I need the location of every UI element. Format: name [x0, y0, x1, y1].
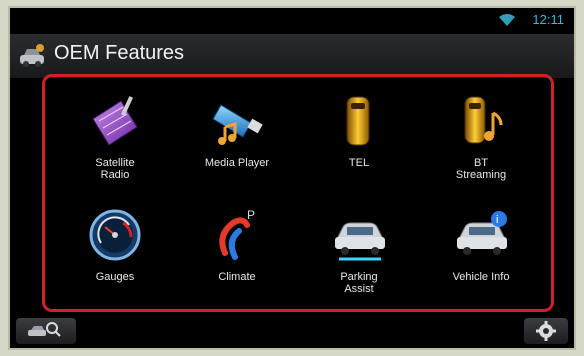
feature-tile-gauges[interactable]: Gauges [55, 199, 175, 307]
clock: 12:11 [532, 12, 564, 27]
feature-tile-satellite-radio[interactable]: Satellite Radio [55, 85, 175, 193]
feature-tile-parking-assist[interactable]: Parking Assist [299, 199, 419, 307]
satellite-dish-icon [92, 96, 138, 146]
svg-text:i: i [496, 214, 498, 226]
car-search-button[interactable] [16, 318, 76, 344]
gauge-icon [89, 209, 141, 261]
usb-music-icon [212, 104, 263, 145]
bottom-bar [10, 314, 574, 348]
climate-icon: P [219, 208, 255, 260]
feature-tile-media-player[interactable]: Media Player [177, 85, 297, 193]
feature-tile-climate[interactable]: P Climate [177, 199, 297, 307]
gear-icon [536, 321, 556, 341]
car-settings-icon [20, 44, 44, 67]
parking-assist-icon [335, 222, 385, 261]
page-title: OEM Features [54, 42, 185, 64]
feature-tile-bt-streaming[interactable]: BT Streaming [421, 85, 541, 193]
feature-label: Parking Assist [340, 271, 378, 295]
head-unit-screen: 12:11 OEM Features Satellite Radio Media… [8, 6, 576, 350]
feature-label: TEL [348, 157, 370, 169]
status-bar: 12:11 [10, 8, 574, 32]
settings-button[interactable] [524, 318, 568, 344]
feature-label: Satellite Radio [95, 157, 135, 181]
features-panel: Satellite Radio Media Player TEL BT Stre… [42, 74, 554, 312]
feature-label: Gauges [95, 271, 135, 283]
feature-label: BT Streaming [455, 157, 507, 181]
title-bar: OEM Features [10, 34, 574, 78]
svg-text:P: P [247, 208, 255, 222]
feature-label: Media Player [204, 157, 270, 169]
phone-icon [346, 96, 370, 146]
car-search-icon [28, 322, 61, 337]
feature-label: Climate [218, 271, 256, 283]
feature-tile-vehicle-info[interactable]: i Vehicle Info [421, 199, 541, 307]
vehicle-info-icon: i [457, 211, 507, 255]
feature-label: Vehicle Info [452, 271, 510, 283]
feature-tile-tel[interactable]: TEL [299, 85, 419, 193]
bluetooth-music-phone-icon [464, 96, 503, 144]
wifi-icon [499, 14, 515, 26]
